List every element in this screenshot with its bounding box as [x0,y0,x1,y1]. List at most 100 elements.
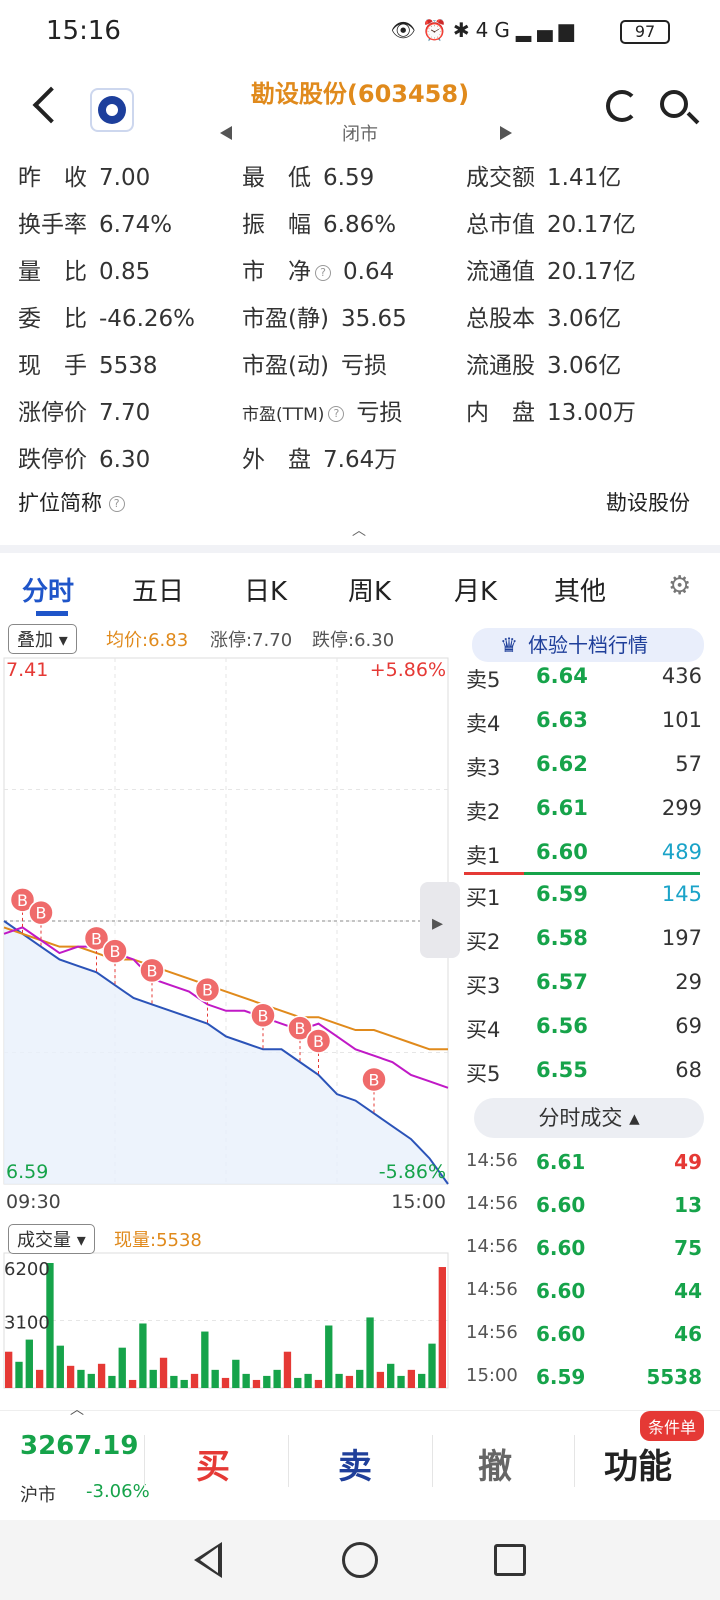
info-label: 总股本 [466,306,535,332]
volume-bar [294,1377,302,1388]
volume-select[interactable]: 成交量 ▾ [8,1224,95,1254]
tab-intraday[interactable]: 分时 [22,571,74,608]
info-label: 现 手 [18,353,87,379]
info-cell: 昨 收 7.00 [18,158,150,192]
divider [574,1435,575,1487]
function-button[interactable]: 功能 [604,1439,672,1488]
info-label: 量 比 [18,259,87,285]
volume-bar [428,1343,436,1388]
stock-header: 勘设股份(603458) 闭市 [0,64,720,154]
sell-button[interactable]: 卖 [338,1439,372,1488]
condition-order-badge[interactable]: 条件单 [640,1411,705,1441]
volume-bar [149,1369,157,1388]
volume-bar [232,1359,240,1388]
index-value[interactable]: 3267.19 [20,1431,138,1461]
nav-home-icon[interactable] [342,1542,378,1578]
cancel-button[interactable]: 撤 [478,1439,512,1488]
trade-row: 14:56 6.60 13 [460,1193,720,1236]
volume-bar [211,1369,219,1388]
volume-tick-top: 6200 [4,1259,50,1280]
ask-label: 卖1 [466,844,501,868]
info-row: 换手率 6.74% 振 幅 6.86% 总市值 20.17亿 [0,205,720,252]
trade-volume: 44 [674,1279,702,1303]
info-label: 市盈(TTM) [242,405,325,425]
volume-bar [56,1345,64,1388]
help-icon[interactable]: ? [328,405,345,422]
signal-icon: ▂▄▆ [515,18,580,42]
nav-back-icon[interactable] [194,1542,222,1578]
volume-bar [97,1363,106,1388]
buy-marker-label: B [202,981,213,1000]
bid-volume: 145 [661,882,702,906]
bid-price: 6.58 [536,926,588,950]
bid-price: 6.55 [536,1058,588,1082]
gear-icon[interactable]: ⚙ [668,571,691,601]
order-book: ♛ 体验十档行情 卖5 6.64 436 卖4 6.63 101 卖3 6.62 57… [460,628,720,1408]
y-axis-bottom-label: 6.59 [6,1161,48,1183]
collapse-chevron-icon[interactable]: ︿ [352,520,366,540]
status-icons: 👁⏰✱4G▂▄▆ [391,18,580,42]
bid-row[interactable]: 买4 6.56 69 [460,1014,720,1058]
info-row: 跌停价 6.30 外 盘 7.64万 [0,440,720,487]
info-value: 7.00 [99,165,151,191]
info-row: 委 比 -46.26% 市盈(静) 35.65 总股本 3.06亿 [0,299,720,346]
info-cell: 内 盘 13.00万 [466,393,636,427]
trade-price: 6.60 [536,1236,586,1260]
volume-bar [397,1375,405,1388]
info-row: 现 手 5538 市盈(动) 亏损 流通股 3.06亿 [0,346,720,393]
help-icon[interactable]: ? [108,496,125,512]
next-stock-icon[interactable] [500,126,512,140]
volume-bar [335,1373,343,1388]
tab-weekly-k[interactable]: 周K [348,571,391,608]
ask-row[interactable]: 卖4 6.63 101 [460,708,720,752]
ask-volume: 489 [661,840,702,864]
info-cell: 总市值 20.17亿 [466,205,636,239]
search-icon[interactable] [660,90,688,118]
info-value: 亏损 [340,353,387,379]
info-cell: 流通股 3.06亿 [466,346,621,380]
intraday-chart[interactable]: 叠加 ▾ 均价:6.83 涨停:7.70 跌停:6.30 BBBBBBBBBB7… [0,624,460,1408]
short-name-label: 扩位简称 ? [18,487,125,517]
buy-marker-label: B [295,1019,306,1038]
expand-index-icon[interactable]: ︿ [70,1399,84,1419]
ask-label: 卖3 [466,756,501,780]
info-label: 市 净 [242,259,311,285]
ten-level-button[interactable]: ♛ 体验十档行情 [472,628,704,662]
help-icon[interactable]: ? [315,264,331,281]
bid-row[interactable]: 买1 6.59 145 [460,882,720,926]
buy-marker-label: B [110,942,121,961]
info-cell: 市盈(静) 35.65 [242,299,407,333]
trade-row: 14:56 6.60 44 [460,1279,720,1322]
info-label: 外 盘 [242,447,311,473]
ask-price: 6.64 [536,664,588,688]
tab-other[interactable]: 其他 [554,571,606,608]
bid-volume: 69 [675,1014,702,1038]
bid-row[interactable]: 买5 6.55 68 [460,1058,720,1102]
tab-five-day[interactable]: 五日 [132,571,184,608]
x-axis-start-label: 09:30 [6,1191,61,1213]
trade-time: 15:00 [466,1365,518,1386]
current-volume: 现量:5538 [114,1230,202,1251]
trades-section-toggle[interactable]: 分时成交 ▴ [474,1098,704,1138]
ask-row[interactable]: 卖2 6.61 299 [460,796,720,840]
nav-recents-icon[interactable] [494,1544,526,1576]
ask-row[interactable]: 卖3 6.62 57 [460,752,720,796]
ask-row[interactable]: 卖1 6.60 489 [460,840,720,884]
ask-row[interactable]: 卖5 6.64 436 [460,664,720,708]
bid-row[interactable]: 买2 6.58 197 [460,926,720,970]
tab-monthly-k[interactable]: 月K [454,571,497,608]
trade-volume: 13 [674,1193,702,1217]
volume-bar [201,1331,209,1388]
buy-button[interactable]: 买 [196,1439,230,1488]
bid-row[interactable]: 买3 6.57 29 [460,970,720,1014]
info-value: 6.74% [99,212,173,238]
trade-bar: ︿ 3267.19 沪市 -3.06% 买 卖 撤 功能 条件单 [0,1402,720,1520]
info-value: 35.65 [340,306,407,332]
trade-price: 6.60 [536,1193,586,1217]
tab-daily-k[interactable]: 日K [244,571,287,608]
volume-bar [314,1379,323,1388]
bid-volume: 29 [675,970,702,994]
info-label: 成交额 [466,165,535,191]
volume-bar [252,1379,261,1388]
refresh-icon[interactable] [606,90,638,122]
